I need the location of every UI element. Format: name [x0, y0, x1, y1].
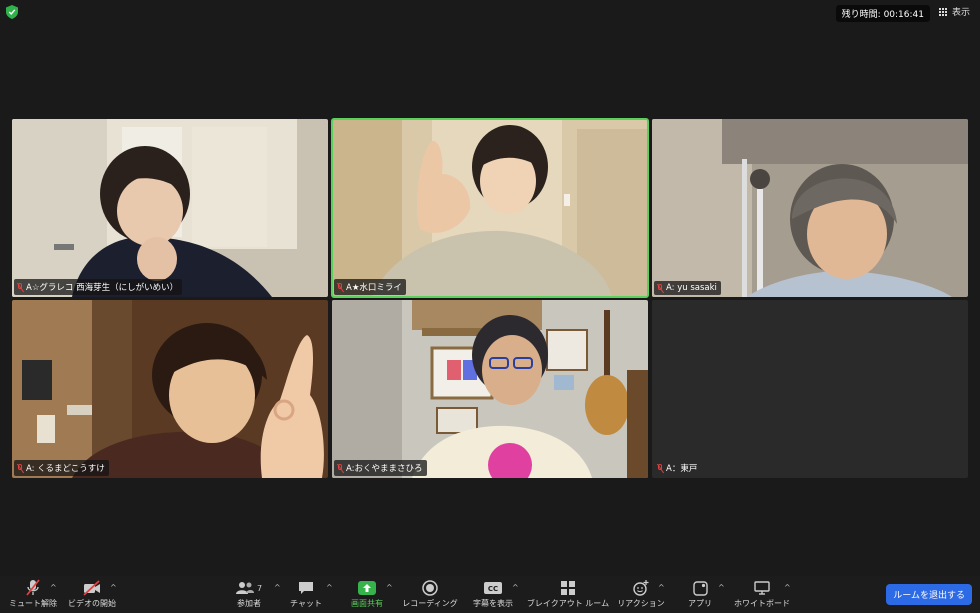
- show-captions-label: 字幕を表示: [473, 599, 513, 608]
- muted-mic-icon: [337, 463, 343, 473]
- view-label: 表示: [951, 8, 970, 18]
- svg-text:CC: CC: [488, 585, 498, 593]
- reactions-label: リアクション: [617, 599, 665, 608]
- video-tile[interactable]: A: くるまどこうすけ: [12, 300, 328, 478]
- participant-name: A: くるまどこうすけ: [26, 464, 105, 474]
- participant-video: [12, 119, 328, 297]
- participant-video: [652, 119, 968, 297]
- whiteboard-icon: [754, 581, 770, 595]
- unmute-label: ミュート解除: [9, 599, 57, 608]
- participant-name-tag: A: yu sasaki: [654, 281, 721, 295]
- participant-name: A: yu sasaki: [666, 283, 717, 293]
- muted-mic-icon: [657, 463, 663, 473]
- audio-options-chevron-icon[interactable]: ^: [50, 583, 57, 592]
- record-icon: [422, 580, 438, 596]
- participants-chevron-icon[interactable]: ^: [274, 583, 281, 592]
- meeting-toolbar: ミュート解除 ^ ビデオの開始 ^ 7 参加者 ^ チャット ^ 画面共有 ^ …: [0, 576, 980, 613]
- participants-button[interactable]: 7 参加者: [232, 579, 266, 609]
- chat-icon: [299, 582, 313, 594]
- video-tile[interactable]: A:おくやままさひろ: [332, 300, 648, 478]
- share-screen-button[interactable]: 画面共有: [350, 579, 384, 609]
- apps-button[interactable]: アプリ: [686, 579, 714, 609]
- video-tile[interactable]: A: yu sasaki: [652, 119, 968, 297]
- video-tile[interactable]: A☆グラレコ 西海芽生（にしがいめい）: [12, 119, 328, 297]
- closed-captions-icon: CC: [484, 582, 502, 594]
- breakout-rooms-icon: [561, 581, 575, 595]
- muted-mic-icon: [17, 282, 23, 292]
- participant-name-tag: A★水口ミライ: [334, 279, 406, 295]
- whiteboard-chevron-icon[interactable]: ^: [784, 583, 791, 592]
- muted-mic-icon: [17, 463, 23, 473]
- participants-icon: [235, 582, 254, 594]
- apps-chevron-icon[interactable]: ^: [718, 583, 725, 592]
- captions-chevron-icon[interactable]: ^: [512, 583, 519, 592]
- apps-icon: [692, 580, 708, 596]
- participant-video: [12, 300, 328, 478]
- chat-label: チャット: [290, 599, 322, 608]
- share-screen-label: 画面共有: [351, 599, 383, 608]
- apps-label: アプリ: [688, 599, 712, 608]
- video-camera-off-icon: [83, 580, 100, 596]
- video-tile-no-video[interactable]: A：東戸: [652, 300, 968, 478]
- grid-view-icon: [939, 7, 948, 16]
- whiteboard-label: ホワイトボード: [734, 599, 790, 608]
- participant-name: A:おくやままさひろ: [346, 464, 423, 474]
- participant-name: A：東戸: [666, 464, 698, 474]
- start-video-button[interactable]: ビデオの開始: [68, 579, 116, 609]
- chat-button[interactable]: チャット: [288, 579, 324, 609]
- start-video-label: ビデオの開始: [68, 599, 116, 608]
- record-label: レコーディング: [402, 599, 458, 608]
- participant-name: A★水口ミライ: [346, 283, 402, 293]
- breakout-rooms-label: ブレイクアウト ルーム: [526, 599, 610, 608]
- participants-count: 7: [256, 583, 263, 593]
- participant-name-tag: A:おくやままさひろ: [334, 460, 427, 476]
- leave-room-button[interactable]: ルームを退出する: [886, 584, 972, 605]
- breakout-rooms-button[interactable]: ブレイクアウト ルーム: [526, 579, 610, 609]
- participant-name-tag: A☆グラレコ 西海芽生（にしがいめい）: [14, 279, 183, 295]
- whiteboard-button[interactable]: ホワイトボード: [734, 579, 790, 609]
- reactions-chevron-icon[interactable]: ^: [658, 583, 665, 592]
- chat-chevron-icon[interactable]: ^: [326, 583, 333, 592]
- video-options-chevron-icon[interactable]: ^: [110, 583, 117, 592]
- video-tile-active[interactable]: A★水口ミライ: [331, 118, 649, 298]
- participant-name-tag: A: くるまどこうすけ: [14, 460, 109, 476]
- share-screen-icon: [358, 581, 376, 595]
- muted-mic-icon: [337, 282, 343, 292]
- top-bar: 残り時間: 00:16:41 表示: [0, 0, 980, 24]
- muted-mic-icon: [657, 283, 663, 293]
- microphone-muted-icon: [26, 579, 40, 596]
- security-shield-icon[interactable]: [6, 5, 18, 19]
- participant-name-tag: A：東戸: [654, 460, 701, 476]
- participant-name: A☆グラレコ 西海芽生（にしがいめい）: [26, 283, 179, 293]
- remaining-time: 残り時間: 00:16:41: [835, 5, 930, 22]
- participant-video: [332, 119, 648, 297]
- participant-video: [332, 300, 648, 478]
- record-button[interactable]: レコーディング: [402, 579, 458, 609]
- view-button[interactable]: 表示: [939, 5, 970, 18]
- share-chevron-icon[interactable]: ^: [386, 583, 393, 592]
- show-captions-button[interactable]: CC 字幕を表示: [472, 579, 514, 609]
- smiley-reaction-icon: [633, 580, 649, 596]
- participants-label: 参加者: [237, 599, 261, 608]
